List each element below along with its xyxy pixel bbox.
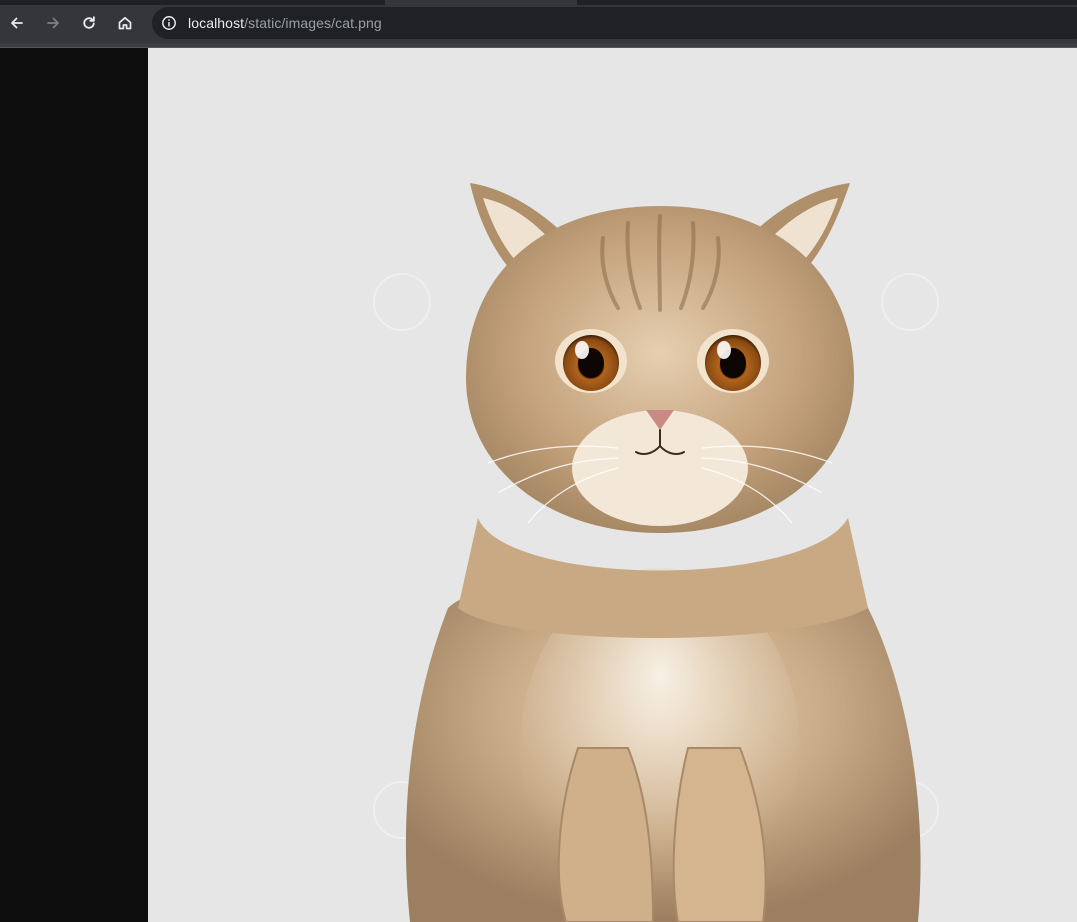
url-path: /static/images/cat.png — [244, 15, 382, 31]
address-bar[interactable]: localhost/static/images/cat.png — [152, 7, 1077, 39]
back-button[interactable] — [4, 10, 30, 36]
home-button[interactable] — [112, 10, 138, 36]
browser-toolbar: localhost/static/images/cat.png — [0, 5, 1077, 43]
url-host: localhost — [188, 15, 245, 31]
url-text[interactable]: localhost/static/images/cat.png — [188, 7, 382, 39]
reload-icon — [83, 16, 95, 29]
info-circle-icon[interactable] — [160, 14, 178, 32]
home-icon — [118, 16, 132, 30]
reload-button[interactable] — [76, 10, 102, 36]
cat-image[interactable] — [148, 48, 1077, 922]
forward-button[interactable] — [40, 10, 66, 36]
cat-illustration — [373, 183, 939, 922]
arrow-right-icon — [47, 17, 59, 29]
arrow-left-icon — [11, 17, 23, 29]
page-viewport — [0, 48, 1077, 922]
